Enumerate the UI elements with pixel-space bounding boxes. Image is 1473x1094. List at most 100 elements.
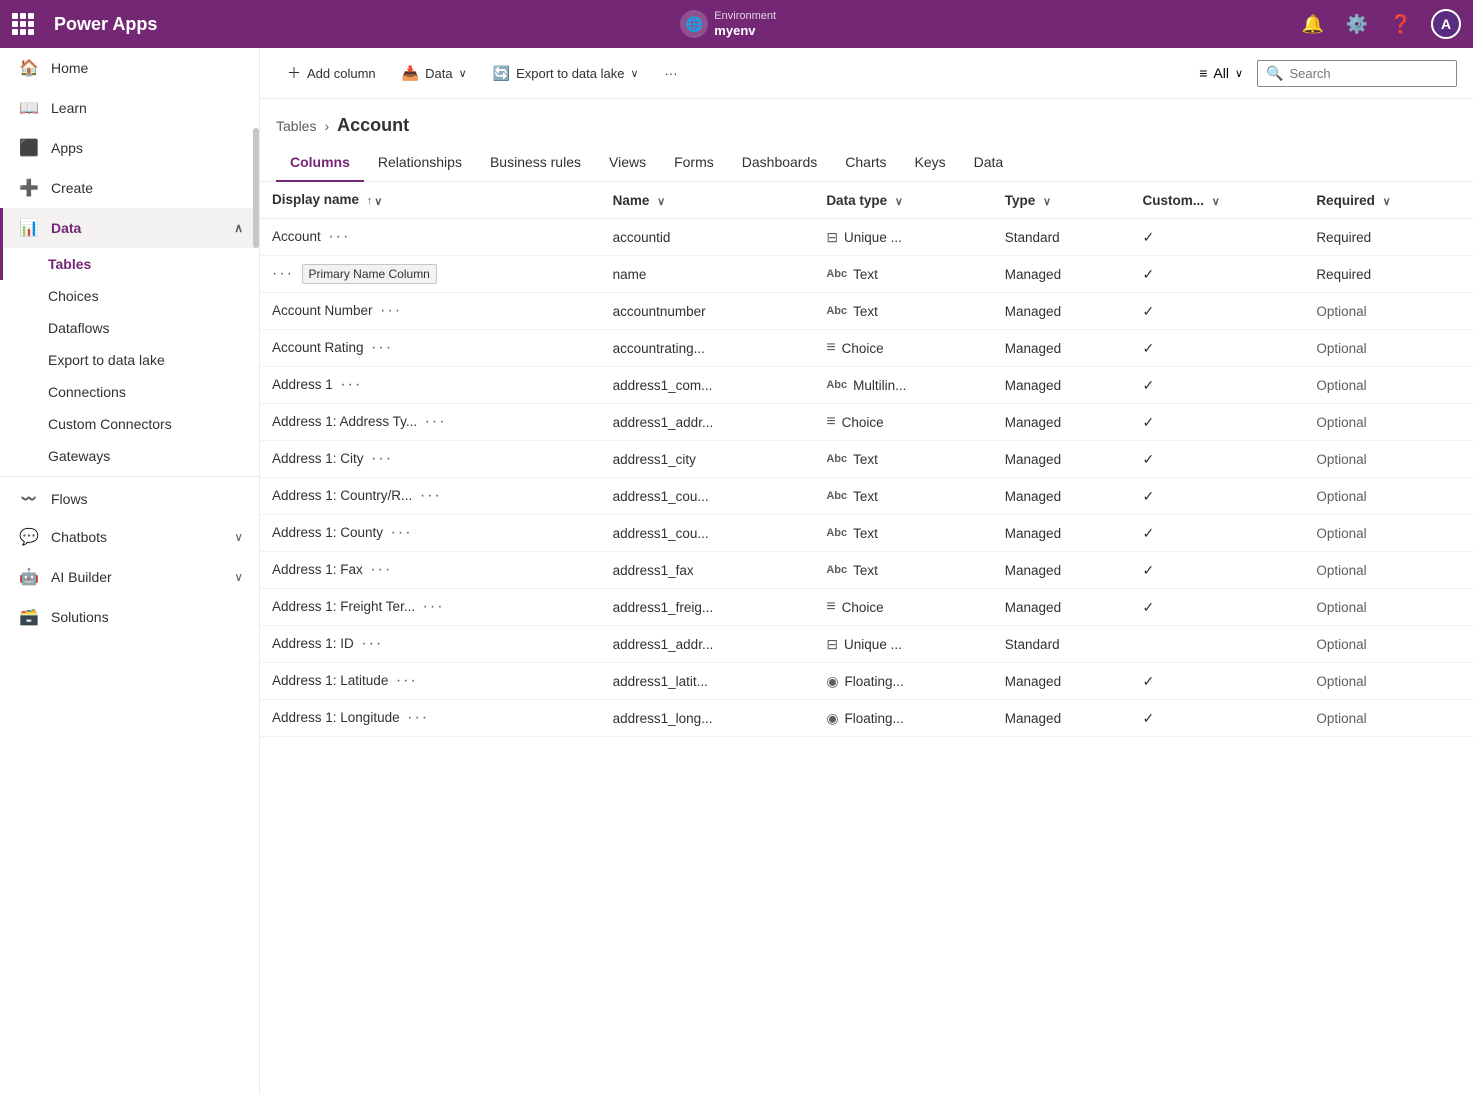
display-name-text: Address 1: Latitude [272, 673, 388, 688]
row-menu[interactable]: ··· [328, 228, 350, 245]
sidebar-scrollbar[interactable] [253, 128, 259, 248]
row-menu[interactable]: ··· [370, 561, 392, 578]
cell-display-name: Address 1: ID ··· [260, 626, 601, 663]
topbar-center: 🌐 Environment myenv [169, 10, 1287, 39]
data-type-icon: ≡ [826, 413, 835, 431]
sort-required-icon[interactable]: ∨ [1383, 195, 1391, 208]
data-type-text: Text [853, 526, 878, 541]
help-icon[interactable]: ❓ [1387, 10, 1415, 38]
table-container: Display name ↑ ∨ Name ∨ [260, 182, 1473, 1094]
th-data-type: Data type ∨ [814, 182, 992, 219]
cell-display-name: Address 1: Latitude ··· [260, 663, 601, 700]
filter-label: All [1213, 65, 1229, 81]
ellipsis-icon: ··· [665, 66, 678, 81]
add-column-button[interactable]: ＋ Add column [276, 56, 387, 90]
more-button[interactable]: ··· [654, 59, 689, 88]
row-menu[interactable]: ··· [407, 709, 429, 726]
required-text: Required [1316, 230, 1371, 245]
row-menu[interactable]: ··· [425, 413, 447, 430]
tab-data[interactable]: Data [960, 144, 1018, 182]
row-menu[interactable]: ··· [371, 339, 393, 356]
row-menu[interactable]: ··· [371, 450, 393, 467]
avatar[interactable]: A [1431, 9, 1461, 39]
columns-table: Display name ↑ ∨ Name ∨ [260, 182, 1473, 737]
filter-button[interactable]: ≡ All ∨ [1189, 59, 1253, 87]
row-menu[interactable]: ··· [423, 598, 445, 615]
sidebar-item-solutions[interactable]: 🗃️ Solutions [0, 597, 259, 637]
row-menu[interactable]: ··· [420, 487, 442, 504]
sidebar-item-gateways[interactable]: Gateways [0, 440, 259, 472]
cell-required: Required [1304, 256, 1473, 293]
data-chevron-icon: ∨ [459, 67, 467, 80]
sort-name-icon[interactable]: ∨ [657, 195, 665, 208]
cell-name: address1_cou... [601, 478, 815, 515]
cell-data-type: Abc Text [814, 552, 992, 589]
cell-data-type: ⊟ Unique ... [814, 219, 992, 256]
sidebar-item-custom-connectors[interactable]: Custom Connectors [0, 408, 259, 440]
data-type-icon: ◉ [826, 673, 838, 690]
sort-datatype-icon[interactable]: ∨ [895, 195, 903, 208]
sidebar-item-dataflows[interactable]: Dataflows [0, 312, 259, 344]
row-menu[interactable]: ··· [340, 376, 362, 393]
table-row: Account Rating ··· accountrating... ≡ Ch… [260, 330, 1473, 367]
tab-dashboards[interactable]: Dashboards [728, 144, 832, 182]
sidebar-item-connections[interactable]: Connections [0, 376, 259, 408]
sidebar-item-ai-builder[interactable]: 🤖 AI Builder ∨ [0, 557, 259, 597]
search-box[interactable]: 🔍 [1257, 60, 1457, 87]
cell-name: accountnumber [601, 293, 815, 330]
row-menu[interactable]: ··· [396, 672, 418, 689]
sidebar-item-chatbots[interactable]: 💬 Chatbots ∨ [0, 517, 259, 557]
sidebar-item-apps[interactable]: ⬛ Apps [0, 128, 259, 168]
tab-forms[interactable]: Forms [660, 144, 728, 182]
sidebar-item-export[interactable]: Export to data lake [0, 344, 259, 376]
row-menu[interactable]: ··· [361, 635, 383, 652]
th-type: Type ∨ [993, 182, 1131, 219]
breadcrumb-tables[interactable]: Tables [276, 118, 316, 134]
cell-custom: ✓ [1131, 441, 1305, 478]
sort-type-icon[interactable]: ∨ [1043, 195, 1051, 208]
data-type-icon: ≡ [826, 598, 835, 616]
export-button[interactable]: 🔄 Export to data lake ∨ [482, 58, 650, 89]
tab-columns[interactable]: Columns [276, 144, 364, 182]
search-input[interactable] [1289, 66, 1439, 81]
topbar-actions: 🔔 ⚙️ ❓ A [1299, 9, 1461, 39]
add-icon: ＋ [287, 63, 301, 83]
sidebar-item-data[interactable]: 📊 Data ∧ [0, 208, 259, 248]
table-row: ··· Primary Name Column name Abc Text Ma… [260, 256, 1473, 293]
tab-relationships[interactable]: Relationships [364, 144, 476, 182]
cell-display-name: Account Rating ··· [260, 330, 601, 367]
required-text: Optional [1316, 637, 1366, 652]
checkmark-icon: ✓ [1143, 229, 1155, 245]
data-type-text: Floating... [845, 674, 904, 689]
cell-display-name: Account Number ··· [260, 293, 601, 330]
row-menu[interactable]: ··· [380, 302, 402, 319]
tab-charts[interactable]: Charts [831, 144, 900, 182]
environment-label: Environment [714, 10, 776, 23]
settings-icon[interactable]: ⚙️ [1343, 10, 1371, 38]
sidebar-item-tables[interactable]: Tables [0, 248, 259, 280]
sidebar-item-create[interactable]: ➕ Create [0, 168, 259, 208]
tab-keys[interactable]: Keys [901, 144, 960, 182]
display-name-text: Address 1: Fax [272, 562, 363, 577]
waffle-menu[interactable] [12, 13, 34, 35]
sidebar-item-learn[interactable]: 📖 Learn [0, 88, 259, 128]
sidebar-label-ai-builder: AI Builder [51, 569, 222, 585]
row-menu[interactable]: ··· [391, 524, 413, 541]
sidebar-item-home[interactable]: 🏠 Home [0, 48, 259, 88]
data-button[interactable]: 📥 Data ∨ [391, 58, 478, 89]
cell-type: Managed [993, 700, 1131, 737]
sort-down-icon[interactable]: ∨ [374, 195, 382, 208]
display-name-text: Address 1: County [272, 525, 383, 540]
notification-icon[interactable]: 🔔 [1299, 10, 1327, 38]
sidebar-item-flows[interactable]: 〰️ Flows [0, 481, 259, 517]
sort-up-icon[interactable]: ↑ [367, 195, 373, 208]
tab-business-rules[interactable]: Business rules [476, 144, 595, 182]
data-type-text: Unique ... [844, 230, 902, 245]
sidebar-item-choices[interactable]: Choices [0, 280, 259, 312]
solutions-icon: 🗃️ [19, 607, 39, 627]
chevron-down-icon: ∨ [234, 530, 243, 544]
row-menu[interactable]: ··· [272, 265, 294, 282]
sort-custom-icon[interactable]: ∨ [1212, 195, 1220, 208]
tab-views[interactable]: Views [595, 144, 660, 182]
cell-custom: ✓ [1131, 367, 1305, 404]
